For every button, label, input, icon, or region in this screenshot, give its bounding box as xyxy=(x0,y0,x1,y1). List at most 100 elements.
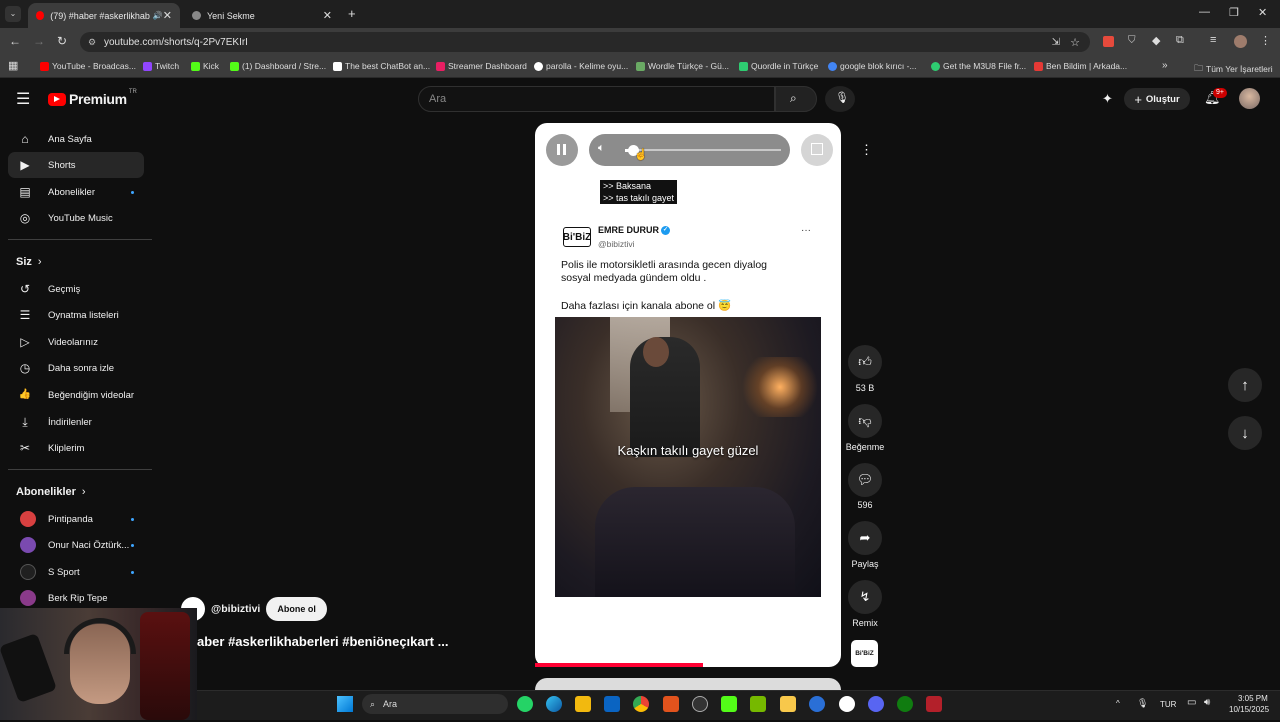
next-short-button[interactable]: ↓ xyxy=(1228,416,1262,450)
share-button[interactable]: ➦ xyxy=(848,521,882,555)
fullscreen-button[interactable] xyxy=(801,134,833,166)
sound-source-thumbnail[interactable]: Bi'BiZ xyxy=(851,640,878,667)
sidebar-item-playlists[interactable]: ☰ Oynatma listeleri xyxy=(8,302,144,328)
dislike-button[interactable]: 👎︎ xyxy=(848,404,882,438)
comments-button[interactable]: 💬︎ xyxy=(848,463,882,497)
forward-icon[interactable]: → xyxy=(33,34,45,48)
close-window-icon[interactable]: ✕ xyxy=(1258,6,1267,19)
account-avatar[interactable] xyxy=(1239,88,1260,109)
install-icon[interactable]: ⇲ xyxy=(1052,37,1060,48)
bookmark-item[interactable]: Quordle in Türkçe xyxy=(739,61,818,71)
voice-search-button[interactable]: 🎙︎ xyxy=(825,86,855,112)
remix-button[interactable]: ↯ xyxy=(848,580,882,614)
short-title[interactable]: aber #askerlikhaberleri #beniöneçıkart .… xyxy=(197,634,448,649)
clock-date[interactable]: 10/15/2025 xyxy=(1229,705,1269,714)
windows-start-icon[interactable] xyxy=(337,696,353,712)
bookmark-item[interactable]: The best ChatBot an... xyxy=(333,61,430,71)
new-tab-icon[interactable]: + xyxy=(348,6,356,21)
create-button[interactable]: + Oluştur xyxy=(1124,88,1190,110)
address-bar[interactable]: ⚙ youtube.com/shorts/q-2Pv7EKIrI ⇲ ☆ xyxy=(80,32,1090,52)
bookmark-item[interactable]: Wordle Türkçe - Gü... xyxy=(636,61,729,71)
clock-time[interactable]: 3:05 PM xyxy=(1238,694,1268,703)
youtube-premium-logo[interactable]: Premium TR xyxy=(48,89,137,107)
video-frame[interactable]: Kaşkın takılı gayet güzel xyxy=(555,317,821,597)
create-icon-sparkle[interactable]: ✦ xyxy=(1102,91,1113,107)
bookmark-item[interactable]: YouTube - Broadcas... xyxy=(40,61,136,71)
you-section-heading[interactable]: Siz › xyxy=(16,256,42,268)
volume-icon[interactable]: 🔈︎ xyxy=(598,142,605,155)
subscription-item[interactable]: S Sport xyxy=(8,559,144,585)
bookmark-item[interactable]: Get the M3U8 File fr... xyxy=(931,61,1026,71)
game-app-icon[interactable] xyxy=(926,696,942,712)
speaker-icon[interactable]: 🔊︎ xyxy=(1204,697,1210,708)
extension-shield-icon[interactable]: ⛉ xyxy=(1128,35,1136,46)
bookmark-item[interactable]: parolla - Kelime oyu... xyxy=(534,61,628,71)
folder-icon[interactable] xyxy=(780,696,796,712)
bookmark-star-icon[interactable]: ☆ xyxy=(1070,36,1080,49)
back-icon[interactable]: ← xyxy=(9,34,21,48)
sidebar-item-clips[interactable]: ✂ Kliplerim xyxy=(8,435,144,461)
all-bookmarks-button[interactable]: 🗀 Tüm Yer İşaretleri xyxy=(1194,61,1273,77)
more-options-icon[interactable]: ⋮ xyxy=(860,142,873,158)
channel-handle[interactable]: @bibiztivi xyxy=(211,603,260,615)
yandex-icon[interactable] xyxy=(839,696,855,712)
tray-overflow-icon[interactable]: ^ xyxy=(1116,699,1120,708)
pause-button[interactable] xyxy=(546,134,578,166)
kick-app-icon[interactable] xyxy=(721,696,737,712)
previous-short-button[interactable]: ↑ xyxy=(1228,368,1262,402)
sidebar-item-downloads[interactable]: ⤓ İndirilenler xyxy=(8,409,144,435)
minimize-icon[interactable]: — xyxy=(1199,6,1210,18)
bookmark-item[interactable]: google blok kırıcı -... xyxy=(828,61,917,71)
chrome-icon[interactable] xyxy=(633,696,649,712)
profile-avatar[interactable] xyxy=(1234,35,1247,48)
audio-playing-icon[interactable]: 🔊 xyxy=(153,11,163,20)
bookmark-item[interactable]: Streamer Dashboard xyxy=(436,61,527,71)
dts-app-icon[interactable] xyxy=(663,696,679,712)
close-tab-icon[interactable]: ✕ xyxy=(323,9,332,22)
tab-new[interactable]: Yeni Sekme ✕ xyxy=(184,3,340,28)
bookmark-item[interactable]: Twitch xyxy=(143,61,179,71)
extension-1-icon[interactable] xyxy=(1103,36,1114,47)
network-icon[interactable]: ▭ xyxy=(1187,697,1196,708)
more-bookmarks-icon[interactable]: » xyxy=(1162,60,1168,71)
video-progress-bar[interactable] xyxy=(535,663,704,667)
xbox-icon[interactable] xyxy=(897,696,913,712)
sidebar-item-home[interactable]: ⌂ Ana Sayfa xyxy=(8,126,144,152)
taskbar-search[interactable]: ⌕ Ara xyxy=(362,694,508,714)
bookmark-item[interactable]: Kick xyxy=(191,61,219,71)
nvidia-icon[interactable] xyxy=(750,696,766,712)
browser-menu-icon[interactable]: ⋮ xyxy=(1260,34,1271,47)
extension-diamond-icon[interactable]: ◆ xyxy=(1152,34,1160,47)
subscriptions-section-heading[interactable]: Abonelikler › xyxy=(16,486,86,498)
volume-slider-track[interactable] xyxy=(631,149,781,151)
extensions-puzzle-icon[interactable]: ⧉ xyxy=(1176,34,1184,47)
subscribe-button[interactable]: Abone ol xyxy=(266,597,327,621)
sidebar-item-watch-later[interactable]: ◷ Daha sonra izle xyxy=(8,355,144,381)
input-language[interactable]: TUR xyxy=(1160,700,1176,709)
subscription-item[interactable]: Pintipanda xyxy=(8,506,144,532)
sidebar-item-shorts[interactable]: ▶ Shorts xyxy=(8,152,144,178)
site-info-icon[interactable]: ⚙ xyxy=(88,37,96,48)
bookmark-item[interactable]: Ben Bildim | Arkada... xyxy=(1034,61,1127,71)
like-button[interactable]: 👍︎ xyxy=(848,345,882,379)
sidebar-item-subscriptions[interactable]: ▤ Abonelikler xyxy=(8,179,144,205)
app-blue-icon[interactable] xyxy=(809,696,825,712)
tray-microphone-icon[interactable]: 🎙︎ xyxy=(1137,698,1148,709)
post-more-icon[interactable]: ··· xyxy=(801,225,811,236)
hamburger-menu-icon[interactable]: ☰ xyxy=(16,89,30,109)
restore-icon[interactable]: ❐ xyxy=(1229,6,1239,19)
close-tab-icon[interactable]: ✕ xyxy=(163,9,172,22)
outlook-icon[interactable] xyxy=(604,696,620,712)
reload-icon[interactable]: ↻ xyxy=(57,34,67,48)
media-control-icon[interactable]: ≡ xyxy=(1210,34,1216,46)
obs-icon[interactable] xyxy=(692,696,708,712)
sidebar-item-history[interactable]: ↺ Geçmiş xyxy=(8,276,144,302)
edge-icon[interactable] xyxy=(546,696,562,712)
whatsapp-icon[interactable] xyxy=(517,696,533,712)
subscription-item[interactable]: Onur Naci Öztürk... xyxy=(8,532,144,558)
apps-icon[interactable]: ▦ xyxy=(8,59,18,72)
file-explorer-icon[interactable] xyxy=(575,696,591,712)
tab-search-button[interactable]: ⌄ xyxy=(5,6,21,22)
discord-icon[interactable] xyxy=(868,696,884,712)
bookmark-item[interactable]: (1) Dashboard / Stre... xyxy=(230,61,326,71)
